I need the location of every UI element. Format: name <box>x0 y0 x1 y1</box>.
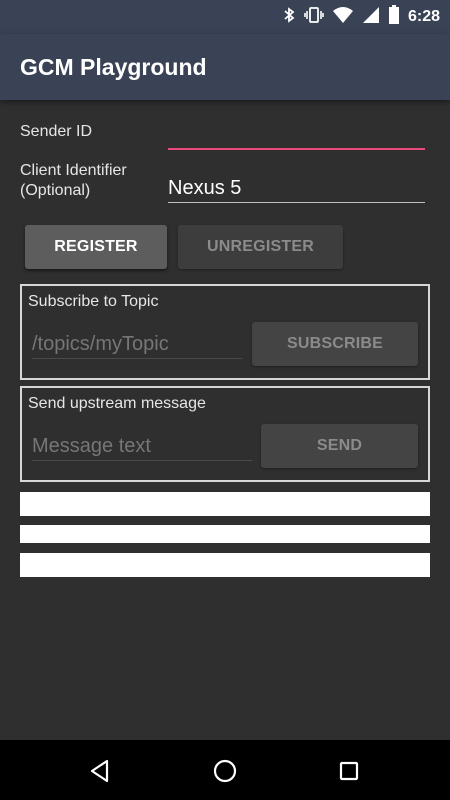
upstream-message-panel: Send upstream message Message text SEND <box>20 386 430 482</box>
signal-icon <box>362 6 380 29</box>
sender-id-input[interactable] <box>168 120 425 150</box>
topic-input[interactable]: /topics/myTopic <box>32 330 242 359</box>
log-row <box>20 492 430 516</box>
unregister-button[interactable]: UNREGISTER <box>178 225 343 269</box>
subscribe-topic-panel: Subscribe to Topic /topics/myTopic SUBSC… <box>20 284 430 380</box>
status-time: 6:28 <box>407 8 440 25</box>
bluetooth-icon <box>282 6 296 29</box>
client-identifier-label-line2: (Optional) <box>20 182 91 199</box>
log-row <box>20 525 430 543</box>
battery-icon <box>388 4 400 30</box>
vibrate-icon <box>304 6 324 29</box>
recents-icon[interactable] <box>334 756 364 786</box>
navigation-bar <box>0 740 450 800</box>
client-identifier-label: Client Identifier (Optional) <box>20 161 127 201</box>
status-bar: 6:28 <box>0 0 450 34</box>
home-icon[interactable] <box>210 756 240 786</box>
subscribe-topic-title: Subscribe to Topic <box>28 293 159 310</box>
log-row <box>20 553 430 577</box>
sender-id-label: Sender ID <box>20 123 93 140</box>
message-text-input[interactable]: Message text <box>32 432 252 461</box>
wifi-icon <box>332 6 354 29</box>
back-icon[interactable] <box>85 756 115 786</box>
app-title: GCM Playground <box>20 54 207 80</box>
upstream-message-title: Send upstream message <box>28 395 206 412</box>
app-bar: GCM Playground <box>0 34 450 100</box>
register-button[interactable]: REGISTER <box>25 225 167 269</box>
status-icons: 6:28 <box>282 4 440 30</box>
client-identifier-label-line1: Client Identifier <box>20 162 127 179</box>
client-identifier-input[interactable]: Nexus 5 <box>168 174 425 203</box>
send-button[interactable]: SEND <box>261 424 418 468</box>
subscribe-button[interactable]: SUBSCRIBE <box>252 322 418 366</box>
